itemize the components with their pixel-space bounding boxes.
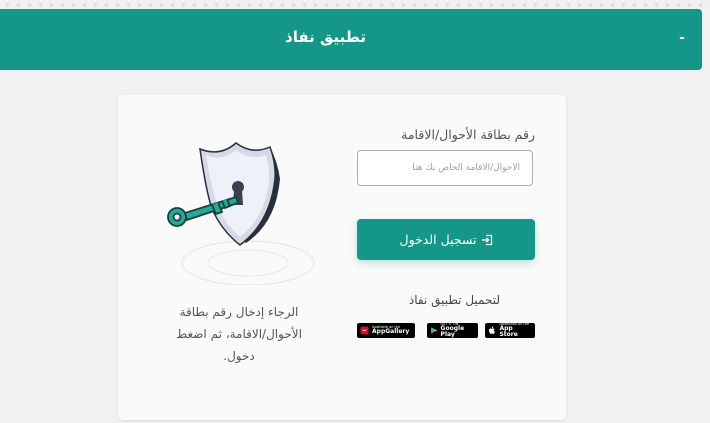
app-store-badge-name: App Store bbox=[499, 325, 518, 339]
panel-title: تطبيق نفاذ bbox=[285, 28, 366, 46]
apple-icon bbox=[489, 326, 496, 334]
google-play-icon bbox=[431, 327, 437, 334]
instruction-text: الرجاء إدخال رقم بطاقة الأحوال/الاقامة، … bbox=[176, 305, 302, 363]
nafath-panel-header[interactable]: تطبيق نفاذ - bbox=[0, 9, 702, 70]
download-app-label: لتحميل تطبيق نفاذ bbox=[408, 293, 500, 307]
login-icon bbox=[481, 234, 492, 245]
shield-key-illustration bbox=[167, 142, 315, 285]
login-card: رقم بطاقة الأحوال/الاقامة تسجيل الدخول ل… bbox=[118, 95, 566, 420]
id-number-label: رقم بطاقة الأحوال/الاقامة bbox=[401, 127, 535, 142]
appgallery-badge[interactable]: Available on the AppGallery bbox=[357, 323, 415, 338]
collapse-toggle-icon[interactable]: - bbox=[675, 31, 689, 45]
id-number-input[interactable] bbox=[357, 150, 533, 186]
login-button[interactable]: تسجيل الدخول bbox=[357, 219, 535, 260]
google-play-badge-name: Google Play bbox=[440, 325, 465, 339]
login-button-label: تسجيل الدخول bbox=[399, 232, 477, 247]
huawei-icon bbox=[360, 326, 369, 335]
appgallery-badge-name: AppGallery bbox=[372, 328, 410, 336]
google-play-badge[interactable]: GET IT ON Google Play bbox=[427, 322, 478, 339]
app-store-badge[interactable]: Download on the App Store bbox=[485, 322, 535, 339]
